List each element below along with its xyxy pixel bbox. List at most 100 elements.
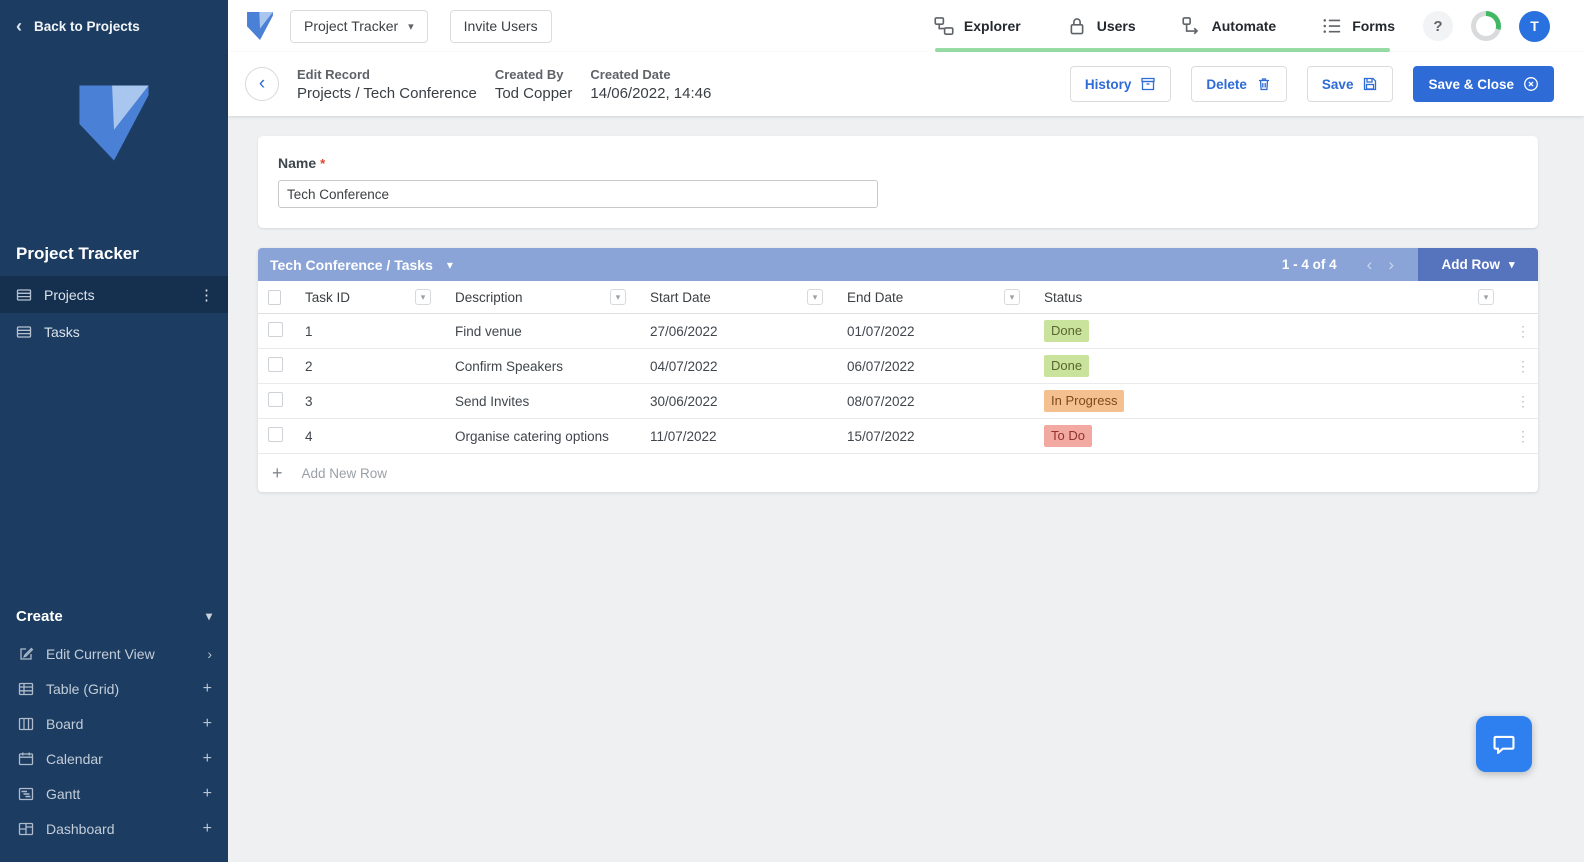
nav-item-label: Automate	[1211, 18, 1277, 34]
user-avatar[interactable]: T	[1519, 10, 1550, 42]
add-row-label: Add Row	[1441, 257, 1500, 272]
history-label: History	[1084, 76, 1132, 92]
edit-record-field: Edit Record Projects / Tech Conference	[297, 67, 477, 102]
status-badge: In Progress	[1044, 389, 1125, 413]
create-section: Create ▾ Edit Current View › Table (Grid…	[0, 596, 228, 862]
cell-start-date: 04/07/2022	[650, 358, 718, 374]
cell-task-id: 4	[305, 428, 313, 444]
usage-ring-icon[interactable]	[1471, 11, 1501, 41]
next-page-button[interactable]: ›	[1388, 256, 1394, 273]
calendar-icon	[18, 751, 34, 767]
sidebar-item-tasks[interactable]: Tasks	[0, 313, 228, 350]
cell-description: Confirm Speakers	[455, 358, 564, 374]
sidebar-item-label: Dashboard	[46, 820, 115, 837]
history-button[interactable]: History	[1069, 66, 1172, 102]
help-button[interactable]: ?	[1423, 11, 1453, 41]
column-header-task-id: Task ID ▾	[295, 281, 445, 313]
cell-description: Find venue	[455, 323, 522, 339]
column-menu-chevron-icon[interactable]: ▾	[807, 289, 823, 305]
table-icon	[16, 287, 32, 303]
workspace-selector-label: Project Tracker	[304, 18, 399, 34]
back-to-projects-label: Back to Projects	[34, 18, 140, 34]
close-circle-icon	[1523, 76, 1539, 92]
row-checkbox[interactable]	[268, 392, 283, 407]
sidebar-item-gantt[interactable]: Gantt +	[0, 776, 228, 811]
page-header: ‹ Edit Record Projects / Tech Conference…	[228, 52, 1584, 116]
cell-task-id: 3	[305, 393, 313, 409]
column-header-end-date: End Date ▾	[837, 281, 1034, 313]
plus-icon[interactable]: +	[203, 820, 212, 837]
create-section-header[interactable]: Create ▾	[0, 596, 228, 636]
cell-description: Send Invites	[455, 393, 530, 409]
prev-page-button[interactable]: ‹	[1367, 256, 1373, 273]
back-button[interactable]: ‹	[245, 67, 279, 101]
row-kebab-icon[interactable]: ⋮	[1516, 323, 1530, 340]
sidebar-item-table-grid[interactable]: Table (Grid) +	[0, 671, 228, 706]
sidebar-item-label: Calendar	[46, 750, 103, 767]
required-asterisk: *	[320, 156, 326, 171]
grid-bar-right: 1 - 4 of 4 ‹ › Add Row ▾	[1282, 248, 1538, 281]
add-new-row-label: Add New Row	[301, 465, 388, 481]
row-kebab-icon[interactable]: ⋮	[1516, 358, 1530, 375]
sidebar-item-label: Tasks	[44, 323, 80, 340]
plus-icon[interactable]: +	[203, 680, 212, 697]
cell-task-id: 1	[305, 323, 313, 339]
row-checkbox[interactable]	[268, 322, 283, 337]
table-row[interactable]: 4 Organise catering options 11/07/2022 1…	[258, 419, 1538, 454]
column-menu-chevron-icon[interactable]: ▾	[1004, 289, 1020, 305]
select-all-checkbox[interactable]	[268, 289, 281, 305]
chevron-down-icon[interactable]: ▾	[447, 258, 453, 272]
back-to-projects-button[interactable]: ‹ Back to Projects	[0, 0, 228, 52]
sidebar-item-dashboard[interactable]: Dashboard +	[0, 811, 228, 846]
topbar-nav: Explorer Users Automate Forms	[934, 16, 1395, 36]
delete-button[interactable]: Delete	[1191, 66, 1287, 102]
app-logo-icon	[242, 9, 278, 43]
plus-icon[interactable]: +	[203, 785, 212, 802]
app-logo-icon	[66, 78, 162, 174]
sidebar-item-edit-current-view[interactable]: Edit Current View ›	[0, 636, 228, 671]
nav-item-users[interactable]: Users	[1067, 16, 1136, 36]
table-icon	[16, 324, 32, 340]
add-new-row-button[interactable]: + Add New Row	[258, 454, 1538, 492]
grid-header-bar: Tech Conference / Tasks ▾ 1 - 4 of 4 ‹ ›…	[258, 248, 1538, 281]
row-kebab-icon[interactable]: ⋮	[1516, 428, 1530, 445]
workspace-selector[interactable]: Project Tracker ▾	[290, 9, 428, 43]
sidebar-item-board[interactable]: Board +	[0, 706, 228, 741]
sidebar-item-label: Projects	[44, 286, 95, 303]
chevron-down-icon: ▾	[408, 20, 414, 33]
lock-icon	[1067, 16, 1087, 36]
name-input[interactable]	[278, 180, 878, 208]
sidebar-item-label: Gantt	[46, 785, 81, 802]
invite-users-button[interactable]: Invite Users	[449, 9, 552, 43]
sidebar-item-calendar[interactable]: Calendar +	[0, 741, 228, 776]
plus-icon[interactable]: +	[203, 750, 212, 767]
nav-item-automate[interactable]: Automate	[1182, 16, 1277, 36]
save-close-label: Save & Close	[1428, 76, 1514, 92]
mode-label: Edit Record	[297, 66, 370, 82]
row-kebab-icon[interactable]: ⋮	[1516, 393, 1530, 410]
sidebar-title: Project Tracker	[16, 244, 139, 263]
cell-start-date: 11/07/2022	[650, 428, 717, 444]
chevron-down-icon: ▾	[205, 609, 212, 623]
save-button[interactable]: Save	[1306, 66, 1394, 102]
chevron-left-icon: ‹	[16, 16, 22, 36]
column-menu-chevron-icon[interactable]: ▾	[415, 289, 431, 305]
table-row[interactable]: 3 Send Invites 30/06/2022 08/07/2022 In …	[258, 384, 1538, 419]
save-close-button[interactable]: Save & Close	[1413, 66, 1554, 102]
column-menu-chevron-icon[interactable]: ▾	[610, 289, 626, 305]
nav-item-explorer[interactable]: Explorer	[934, 16, 1021, 36]
nav-item-forms[interactable]: Forms	[1322, 16, 1395, 36]
column-header-status: Status ▾	[1034, 281, 1508, 313]
column-menu-chevron-icon[interactable]: ▾	[1478, 289, 1494, 305]
main-area: Project Tracker ▾ Invite Users Explorer …	[228, 0, 1584, 862]
row-checkbox[interactable]	[268, 357, 283, 372]
table-row[interactable]: 2 Confirm Speakers 04/07/2022 06/07/2022…	[258, 349, 1538, 384]
kebab-icon[interactable]: ⋮	[199, 286, 214, 304]
chat-launcher-button[interactable]	[1476, 716, 1532, 772]
add-row-button[interactable]: Add Row ▾	[1418, 248, 1538, 281]
row-checkbox[interactable]	[268, 427, 283, 442]
table-row[interactable]: 1 Find venue 27/06/2022 01/07/2022 Done …	[258, 314, 1538, 349]
explorer-icon	[934, 16, 954, 36]
sidebar-item-projects[interactable]: Projects ⋮	[0, 276, 228, 313]
plus-icon[interactable]: +	[203, 715, 212, 732]
